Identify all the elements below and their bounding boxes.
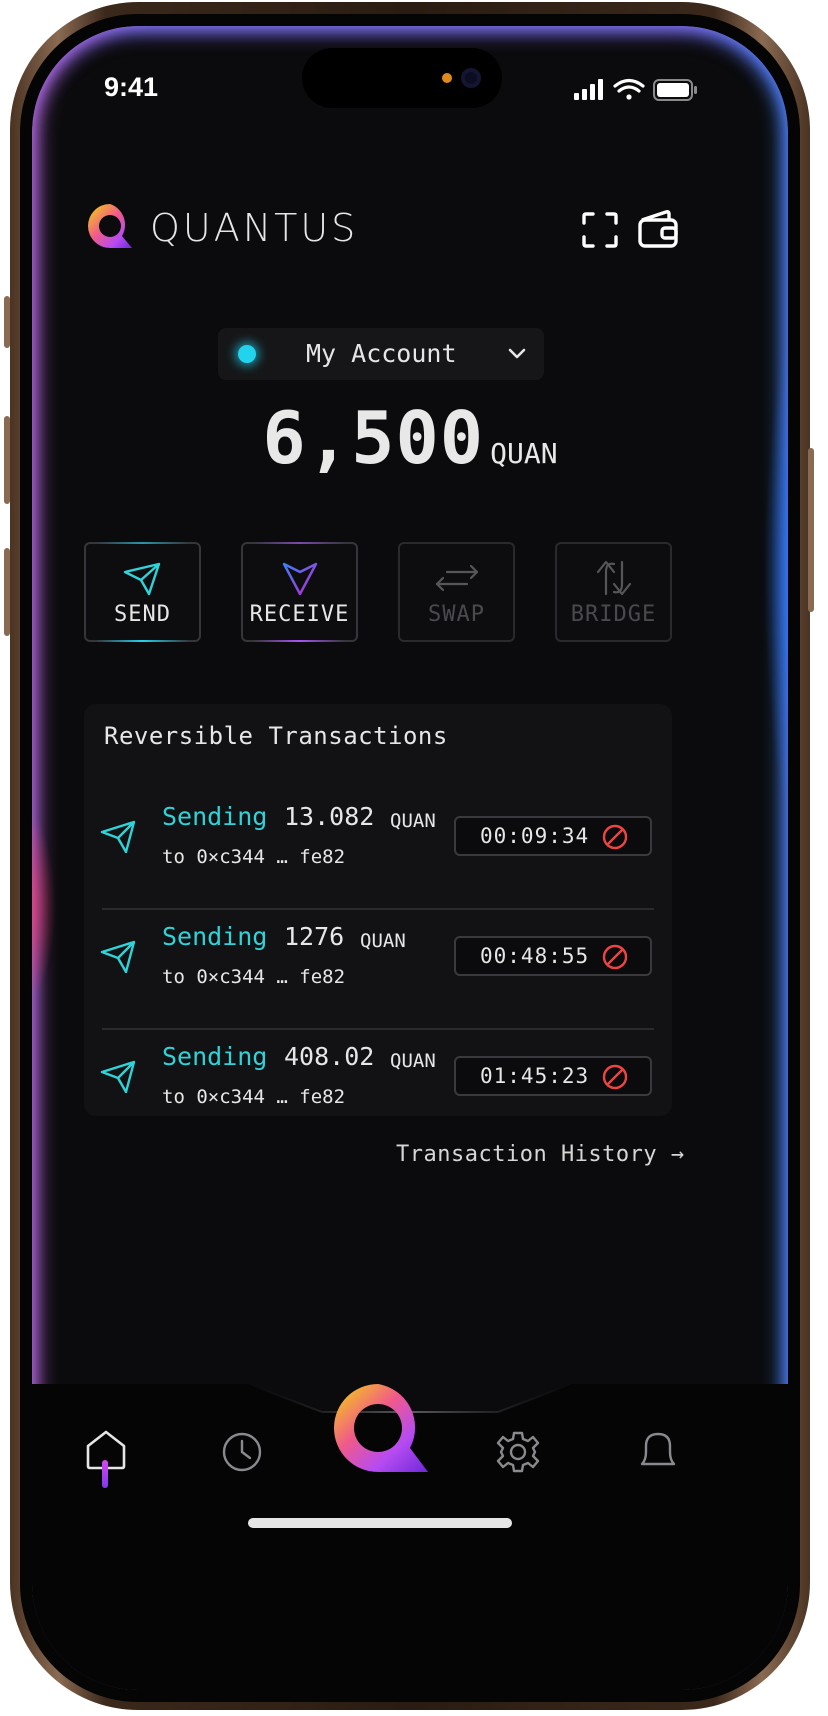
- transaction-row[interactable]: Sending 408.02 QUAN to 0×c344 … fe82 01:…: [84, 1028, 672, 1148]
- send-icon: [100, 820, 136, 854]
- panel-title: Reversible Transactions: [104, 722, 448, 750]
- swap-label: SWAP: [428, 602, 485, 627]
- account-status-dot: [238, 345, 256, 363]
- timer-value: 00:48:55: [480, 944, 590, 968]
- transaction-row[interactable]: Sending 13.082 QUAN to 0×c344 … fe82 00:…: [84, 788, 672, 908]
- swap-button[interactable]: SWAP: [398, 542, 515, 642]
- receive-label: RECEIVE: [249, 602, 350, 627]
- side-button-silent: [4, 296, 10, 348]
- bridge-label: BRIDGE: [570, 602, 657, 627]
- wallet-icon[interactable]: [636, 206, 680, 250]
- send-button[interactable]: SEND: [84, 542, 201, 642]
- transaction-amount: 1276: [284, 922, 345, 951]
- transaction-timer: 01:45:23: [454, 1056, 652, 1096]
- transaction-unit: QUAN: [390, 810, 436, 832]
- cancel-icon[interactable]: [602, 1064, 628, 1090]
- swap-icon: [435, 564, 479, 592]
- scan-icon[interactable]: [580, 210, 620, 250]
- receive-button[interactable]: RECEIVE: [241, 542, 358, 642]
- side-button-volume-down: [4, 548, 10, 636]
- transaction-unit: QUAN: [390, 1050, 436, 1072]
- account-name: My Account: [306, 339, 457, 368]
- transaction-recipient: to 0×c344 … fe82: [162, 1086, 346, 1108]
- transaction-timer: 00:09:34: [454, 816, 652, 856]
- transaction-recipient: to 0×c344 … fe82: [162, 966, 346, 988]
- home-indicator[interactable]: [248, 1518, 512, 1528]
- transaction-amount: 13.082: [284, 802, 375, 831]
- chevron-down-icon: [508, 348, 526, 359]
- quantus-center-button[interactable]: [332, 1384, 432, 1472]
- transaction-unit: QUAN: [360, 930, 406, 952]
- transaction-verb: Sending: [162, 802, 268, 831]
- status-time: 9:41: [104, 72, 159, 102]
- balance-unit: QUAN: [490, 437, 558, 470]
- send-icon: [100, 940, 136, 974]
- send-icon: [100, 1060, 136, 1094]
- device-mockup: 9:41 QUANTUS My Account 6,500 QUAN SEND …: [0, 0, 828, 1716]
- send-label: SEND: [114, 602, 171, 627]
- balance: 6,500 QUAN: [32, 396, 788, 480]
- side-button-volume-up: [4, 416, 10, 504]
- active-tab-indicator: [102, 1460, 108, 1488]
- balance-amount: 6,500: [262, 396, 485, 480]
- dynamic-island: [302, 48, 502, 108]
- timer-value: 01:45:23: [480, 1064, 590, 1088]
- brand-name: QUANTUS: [150, 206, 359, 250]
- battery-icon: [653, 79, 697, 101]
- signal-icon: [574, 79, 603, 100]
- status-icons: [574, 78, 697, 101]
- cancel-icon[interactable]: [602, 944, 628, 970]
- transaction-recipient: to 0×c344 … fe82: [162, 846, 346, 868]
- screen-glow-left: [32, 806, 56, 1006]
- app-screen: 9:41 QUANTUS My Account 6,500 QUAN SEND …: [32, 26, 788, 1690]
- receive-icon: [282, 562, 318, 596]
- send-icon: [123, 562, 161, 596]
- bottom-navigation: [32, 1384, 788, 1690]
- history-icon[interactable]: [220, 1430, 264, 1474]
- front-camera: [461, 68, 481, 88]
- notifications-icon[interactable]: [636, 1428, 680, 1472]
- side-button-power: [808, 448, 814, 612]
- transaction-history-link[interactable]: Transaction History →: [396, 1142, 685, 1167]
- account-selector[interactable]: My Account: [218, 328, 544, 380]
- bridge-icon: [596, 560, 632, 596]
- transaction-timer: 00:48:55: [454, 936, 652, 976]
- timer-value: 00:09:34: [480, 824, 590, 848]
- settings-icon[interactable]: [496, 1430, 540, 1474]
- bridge-button[interactable]: BRIDGE: [555, 542, 672, 642]
- transaction-verb: Sending: [162, 1042, 268, 1071]
- cancel-icon[interactable]: [602, 824, 628, 850]
- transaction-amount: 408.02: [284, 1042, 375, 1071]
- transaction-verb: Sending: [162, 922, 268, 951]
- privacy-indicator: [442, 73, 452, 83]
- wifi-icon: [613, 78, 645, 100]
- reversible-transactions-panel: Reversible Transactions Sending 13.082 Q…: [84, 704, 672, 1116]
- transaction-row[interactable]: Sending 1276 QUAN to 0×c344 … fe82 00:48…: [84, 908, 672, 1028]
- quantus-logo: [88, 204, 132, 248]
